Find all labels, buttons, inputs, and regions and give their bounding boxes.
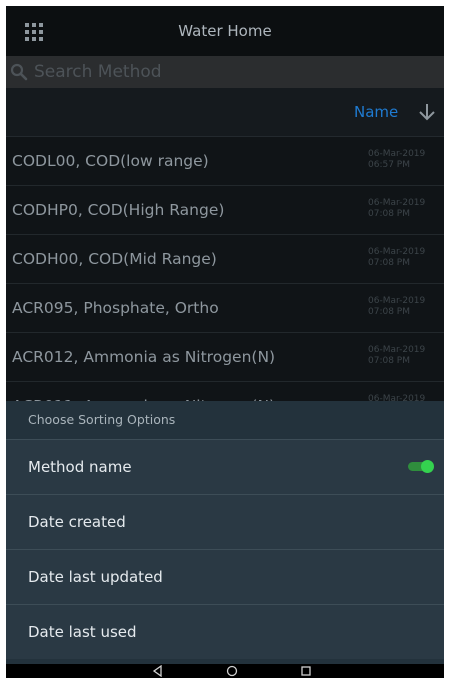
list-item[interactable]: CODH00, COD(Mid Range) 06-Mar-2019 07:08… [6,235,444,284]
method-date-time: 07:08 PM [368,258,410,268]
method-date-time: 07:08 PM [368,356,410,366]
method-name: CODHP0, COD(High Range) [12,201,225,219]
list-item[interactable]: CODHP0, COD(High Range) 06-Mar-2019 07:0… [6,186,444,235]
search-input[interactable]: Search Method [34,56,162,88]
list-item[interactable]: CODL00, COD(low range) 06-Mar-2019 06:57… [6,137,444,186]
sort-option-method-name[interactable]: Method name [6,440,444,495]
method-date-time: 07:08 PM [368,209,410,219]
sort-header: Name [6,88,444,137]
list-item[interactable]: ACR095, Phosphate, Ortho 06-Mar-2019 07:… [6,284,444,333]
screen: Water Home Search Method Name CODL00, CO… [6,6,444,678]
method-date: 06-Mar-2019 07:08 PM [368,198,425,220]
sort-option-label: Date last updated [28,568,163,586]
sort-name-label[interactable]: Name [354,88,398,136]
app-title: Water Home [178,22,272,40]
method-date-day: 06-Mar-2019 [368,296,426,306]
search-icon [10,63,28,81]
system-nav-bar [6,664,444,678]
sorting-options-sheet: Choose Sorting Options Method name Date … [6,401,444,664]
method-list: CODL00, COD(low range) 06-Mar-2019 06:57… [6,137,444,431]
arrow-down-icon[interactable] [418,102,436,122]
method-name: ACR012, Ammonia as Nitrogen(N) [12,348,276,366]
sort-option-label: Method name [28,458,132,476]
app-bar: Water Home [6,6,444,56]
method-name: CODL00, COD(low range) [12,152,209,170]
method-date: 06-Mar-2019 07:08 PM [368,296,425,318]
sheet-header: Choose Sorting Options [6,401,444,440]
method-date: 06-Mar-2019 07:08 PM [368,247,425,269]
method-name: CODH00, COD(Mid Range) [12,250,217,268]
sort-option-label: Date created [28,513,126,531]
method-date-day: 06-Mar-2019 [368,345,426,355]
home-icon[interactable] [226,665,238,677]
search-bar[interactable]: Search Method [6,56,444,88]
toggle-knob [421,460,434,473]
method-date-day: 06-Mar-2019 [368,198,426,208]
method-name: ACR095, Phosphate, Ortho [12,299,219,317]
sort-option-date-created[interactable]: Date created [6,495,444,550]
sort-option-date-last-used[interactable]: Date last used [6,605,444,659]
method-date-day: 06-Mar-2019 [368,149,426,159]
method-date: 06-Mar-2019 07:08 PM [368,345,425,367]
list-item[interactable]: ACR012, Ammonia as Nitrogen(N) 06-Mar-20… [6,333,444,382]
method-date-time: 07:08 PM [368,307,410,317]
recent-apps-icon[interactable] [300,665,312,677]
method-date: 06-Mar-2019 06:57 PM [368,149,425,171]
sort-option-date-last-updated[interactable]: Date last updated [6,550,444,605]
sort-option-label: Date last used [28,623,137,641]
method-date-day: 06-Mar-2019 [368,247,426,257]
selected-toggle[interactable] [408,460,434,473]
method-date-time: 06:57 PM [368,160,410,170]
back-icon[interactable] [152,665,164,677]
